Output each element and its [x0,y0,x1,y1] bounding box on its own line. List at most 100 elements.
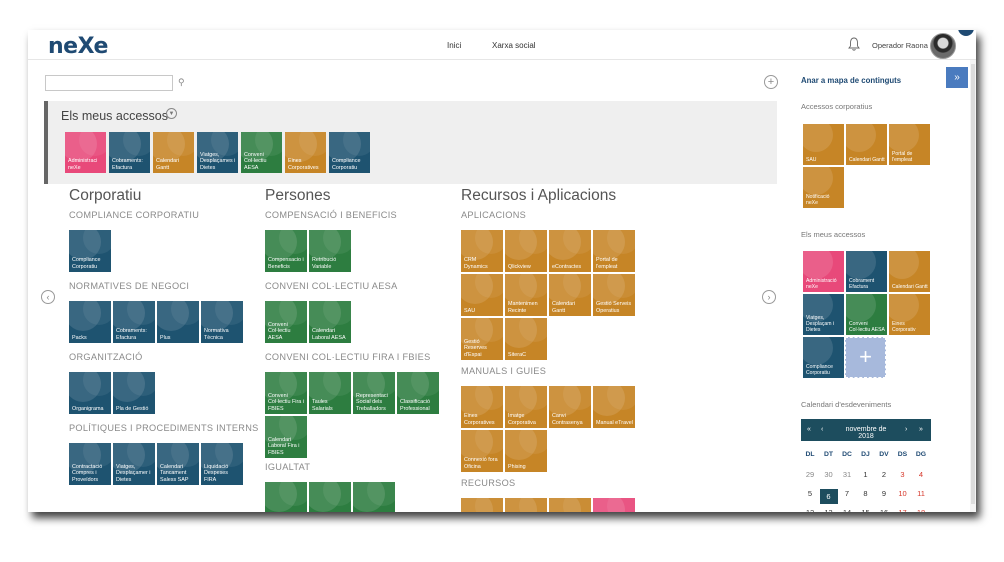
content-tile[interactable]: Taules Salarials [309,372,351,414]
nav-inici[interactable]: Inici [447,41,461,50]
content-tile[interactable]: Gestió Reserves d'Espai [461,318,503,360]
calendar-day[interactable]: 18 [912,508,930,512]
calendar-day[interactable]: 7 [838,489,856,498]
sidebar-toggle-button[interactable]: » [946,67,968,88]
calendar-day[interactable]: 4 [912,470,930,479]
bell-icon[interactable] [848,37,860,51]
sidebar-access-tile[interactable]: Administració neXe [803,251,844,292]
sidebar-access-tile[interactable]: Calendari Gantt [889,251,930,292]
content-tile[interactable]: Plus [157,301,199,343]
calendar-day[interactable]: 3 [894,470,912,479]
corporate-access-tile[interactable]: SAU [803,124,844,165]
content-tile[interactable]: Conveni Col·lectiu AESA [265,301,307,343]
my-access-tile[interactable]: Compliance Corporatiu [329,132,370,173]
content-tile[interactable]: Canvi Contrasenya [549,386,591,428]
calendar-day[interactable]: 11 [912,489,930,498]
content-tile[interactable]: Imatge Corporativa [505,386,547,428]
content-tile[interactable]: Manual eTravel [593,386,635,428]
calendar-day[interactable]: 13 [820,508,838,512]
content-tile[interactable]: Organigrama [69,372,111,414]
my-access-tile[interactable]: Calendari Gantt [153,132,194,173]
calendar-day[interactable]: 17 [894,508,912,512]
calendar-day[interactable]: 5 [801,489,819,498]
chevron-down-icon[interactable]: ▼ [166,108,177,119]
content-tile[interactable] [353,482,395,512]
corporate-access-tile[interactable]: Calendari Gantt [846,124,887,165]
next-month-icon[interactable]: › [905,426,907,433]
content-tile[interactable]: Compensacio i Beneficis [265,230,307,272]
calendar-day[interactable]: 31 [838,470,856,479]
content-tile[interactable]: Calendari Tancament Saless SAP [157,443,199,485]
sidebar-access-tile[interactable]: Conveni Col·lectiu AESA [846,294,887,335]
calendar-day[interactable]: 1 [857,470,875,479]
search-icon[interactable]: ⚲ [178,77,185,88]
content-tile[interactable]: Qlickview [505,230,547,272]
content-tile[interactable]: Representaci Social dels Treballadors [353,372,395,414]
content-tile[interactable]: Calendari Gantt [549,274,591,316]
content-tile[interactable] [265,482,307,512]
content-tile[interactable]: Retribució Variable [309,230,351,272]
calendar-day[interactable]: 29 [801,470,819,479]
corporate-access-tile[interactable]: Notificació neXe [803,167,844,208]
content-tile[interactable]: Gestió Serveis Operatius [593,274,635,316]
content-tile[interactable] [309,482,351,512]
scrollbar-thumb[interactable] [971,64,975,504]
sidebar-access-tile[interactable]: Compliance Corporatiu [803,337,844,378]
add-circle-icon[interactable]: + [764,75,778,89]
content-tile[interactable]: Liquidació Despeses FIRA [201,443,243,485]
sidebar-access-tile[interactable]: Cobrament Efactura [846,251,887,292]
content-tile[interactable]: Viatges, Desplaçamer i Dietes [113,443,155,485]
content-tile[interactable]: SiteraC [505,318,547,360]
content-tile[interactable]: SAU [461,274,503,316]
first-month-icon[interactable]: « [807,426,811,433]
chevron-right-icon[interactable]: › [762,290,776,304]
calendar-day[interactable]: 30 [820,470,838,479]
calendar-day[interactable]: 12 [801,508,819,512]
user-name[interactable]: Operador Raona [872,41,928,50]
search-input[interactable] [45,75,173,91]
nav-xarxa-social[interactable]: Xarxa social [492,41,536,50]
content-tile[interactable]: Contractació Compres i Proveïdors [69,443,111,485]
my-access-tile[interactable]: Cobraments: Efactura [109,132,150,173]
content-tile[interactable]: Conveni Col·lectiu Fira i FBIES [265,372,307,414]
chevron-left-icon[interactable]: ‹ [41,290,55,304]
content-tile[interactable]: Phising [505,430,547,472]
content-tile[interactable] [505,498,547,512]
my-access-tile[interactable]: Eines Corporatives [285,132,326,173]
content-tile[interactable]: CRM Dynamics [461,230,503,272]
calendar-day[interactable]: 2 [875,470,893,479]
content-tile[interactable]: Connexió fora Oficina [461,430,503,472]
content-tile[interactable]: Calendari Laboral Fira i FBIES [265,416,307,458]
calendar-day[interactable]: 14 [838,508,856,512]
my-access-tile[interactable]: Conveni Col·lectiu AESA [241,132,282,173]
content-tile[interactable] [461,498,503,512]
avatar[interactable] [930,33,956,59]
prev-month-icon[interactable]: ‹ [821,426,823,433]
calendar-day[interactable]: 8 [857,489,875,498]
calendar-day[interactable]: 16 [875,508,893,512]
add-tile-button[interactable]: + [845,337,886,378]
content-tile[interactable]: Mantenimen Recinte [505,274,547,316]
sidebar-access-tile[interactable]: Viatges, Desplaçam i Dietes [803,294,844,335]
logo[interactable]: neXe [48,34,108,59]
calendar-day[interactable]: 15 [857,508,875,512]
last-month-icon[interactable]: » [919,426,923,433]
content-tile[interactable]: Packs [69,301,111,343]
content-tile[interactable]: Eines Corporatives [461,386,503,428]
content-tile[interactable]: Cobraments: Efactura [113,301,155,343]
my-access-tile[interactable]: Administraci neXe [65,132,106,173]
content-tile[interactable]: Calendari Laboral AESA [309,301,351,343]
corporate-access-tile[interactable]: Portal de l'empleat [889,124,930,165]
calendar-day[interactable]: 6 [819,489,838,504]
content-tile[interactable] [549,498,591,512]
content-tile[interactable]: eContractes [549,230,591,272]
content-tile[interactable]: Pla de Gestió [113,372,155,414]
content-tile[interactable]: Portal de l'empleat [593,230,635,272]
calendar-day[interactable]: 10 [894,489,912,498]
sidebar-access-tile[interactable]: Eines Corporativ [889,294,930,335]
content-tile[interactable]: Normativa Tècnica [201,301,243,343]
my-access-tile[interactable]: Viatges, Desplaçames i Dietes [197,132,238,173]
content-tile[interactable]: Classificació Professional [397,372,439,414]
calendar-day[interactable]: 9 [875,489,893,498]
content-tile[interactable] [593,498,635,512]
